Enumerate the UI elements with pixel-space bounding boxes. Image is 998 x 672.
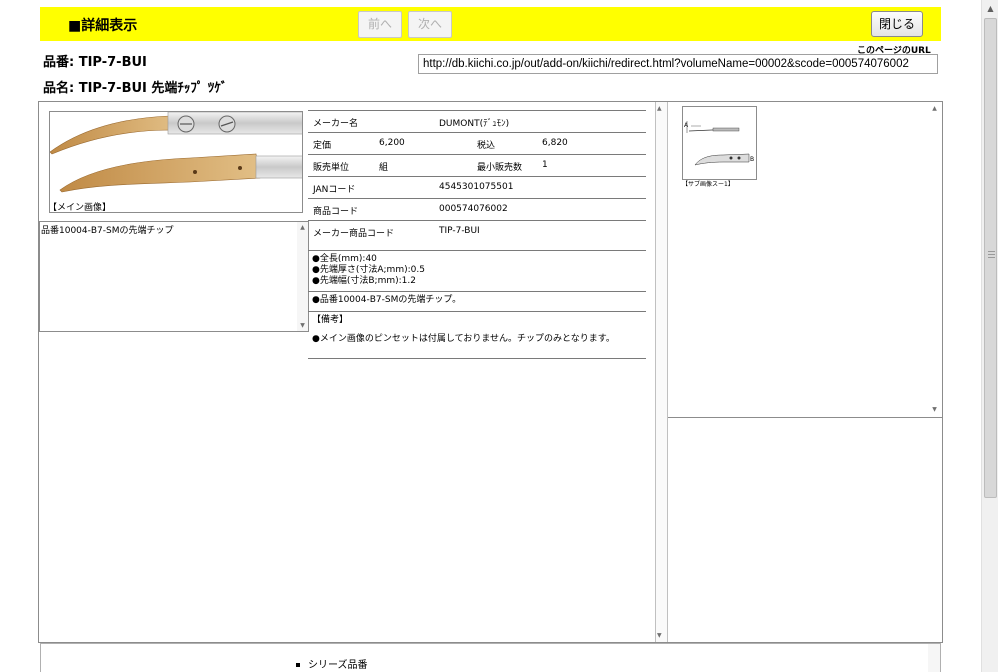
spec-row: メーカー名 DUMONT(ﾃﾞｭﾓﾝ) (308, 110, 646, 132)
grip-line (988, 251, 995, 252)
spec-value: 000574076002 (439, 204, 508, 214)
next-button[interactable]: 次へ (408, 11, 452, 38)
scroll-up-arrow-icon[interactable]: ▲ (297, 224, 308, 231)
main-image-caption: 【メイン画像】 (48, 203, 112, 213)
dimension-line: ●全長(mm):40 (312, 254, 377, 264)
remarks-label: 【備考】 (312, 315, 349, 325)
spec-table: メーカー名 DUMONT(ﾃﾞｭﾓﾝ) 定価 6,200 税込 6,820 販売… (308, 110, 646, 359)
note-text: ●品番10004-B7-SMの先端チップ。 (312, 295, 462, 305)
dimension-drawing-image: A B (684, 121, 754, 166)
page-title: ■詳細表示 (68, 18, 138, 34)
sub-image-thumbnail[interactable]: A B (682, 106, 757, 180)
scroll-up-arrow-icon[interactable]: ▲ (929, 105, 940, 112)
page-url-field[interactable]: http://db.kiichi.co.jp/out/add-on/kiichi… (418, 54, 938, 74)
grip-line (988, 254, 995, 255)
spec-value: TIP-7-BUI (439, 226, 480, 236)
scroll-up-arrow-icon[interactable]: ▲ (657, 105, 662, 112)
detail-panel: 【メイン画像】 品番10004-B7-SMの先端チップ ▲ ▼ メーカー名 DU… (38, 101, 943, 643)
scroll-down-arrow-icon[interactable]: ▼ (657, 632, 662, 639)
dimensions-block: ●全長(mm):40 ●先端厚さ(寸法A;mm):0.5 ●先端幅(寸法B;mm… (308, 250, 646, 291)
spec-row: 販売単位 組 最小販売数 1 (308, 154, 646, 176)
dimension-line: ●先端幅(寸法B;mm):1.2 (312, 276, 416, 286)
prev-button[interactable]: 前へ (358, 11, 402, 38)
series-item: シリーズ品番 (296, 656, 368, 671)
scrollbar-thumb[interactable] (984, 18, 997, 498)
spec-label: 税込 (477, 141, 496, 151)
svg-text:B: B (750, 156, 754, 163)
remarks-text: ●メイン画像のピンセットは付属しておりません。チップのみとなります。 (312, 334, 615, 344)
spec-label: 定価 (313, 141, 332, 151)
description-text: 品番10004-B7-SMの先端チップ (41, 226, 174, 236)
scroll-down-arrow-icon[interactable]: ▼ (929, 406, 940, 413)
spec-label: メーカー商品コード (313, 229, 395, 239)
item-name: 品名: TIP-7-BUI 先端ﾁｯﾌﾟ ﾂｹﾞ (43, 81, 228, 96)
tweezers-image (50, 112, 302, 193)
spec-row: メーカー商品コード TIP-7-BUI (308, 220, 646, 250)
note-block: ●品番10004-B7-SMの先端チップ。 (308, 291, 646, 311)
scroll-up-arrow-icon[interactable]: ▲ (982, 0, 998, 17)
scroll-down-arrow-icon[interactable]: ▼ (297, 322, 308, 329)
spec-value: 6,820 (542, 138, 568, 148)
panel-scrollbar[interactable]: ▲ ▼ (655, 102, 668, 642)
spec-value: 1 (542, 160, 548, 170)
spec-value: DUMONT(ﾃﾞｭﾓﾝ) (439, 119, 510, 129)
description-box[interactable]: 品番10004-B7-SMの先端チップ ▲ ▼ (39, 221, 309, 332)
spec-label: JANコード (313, 185, 356, 195)
sub-image-caption: 【サブ画像スー1】 (682, 181, 734, 188)
main-image (49, 111, 303, 213)
spec-row: JANコード 4545301075501 (308, 176, 646, 198)
spec-value: 6,200 (379, 138, 405, 148)
svg-text:A: A (684, 122, 689, 129)
spec-label: 最小販売数 (477, 163, 523, 173)
page-scrollbar[interactable]: ▲ (981, 0, 998, 672)
spec-row: 商品コード 000574076002 (308, 198, 646, 220)
spec-label: 商品コード (313, 207, 359, 217)
sub-image-scrollbar[interactable]: ▲ ▼ (929, 102, 940, 416)
spec-value: 4545301075501 (439, 182, 514, 192)
item-code: 品番: TIP-7-BUI (43, 55, 147, 70)
description-scrollbar[interactable]: ▲ ▼ (297, 222, 308, 331)
bullet-icon (296, 663, 300, 667)
dimension-line: ●先端厚さ(寸法A;mm):0.5 (312, 265, 425, 275)
spec-label: メーカー名 (313, 119, 359, 129)
header-bar: ■詳細表示 前へ 次へ 閉じる (40, 7, 941, 41)
spec-value: 組 (379, 163, 389, 173)
sub-image-panel: A B 【サブ画像スー1】 ▲ ▼ (668, 102, 943, 418)
series-label: シリーズ品番 (308, 660, 368, 671)
close-button[interactable]: 閉じる (871, 11, 923, 37)
series-scrollbar[interactable] (928, 644, 940, 672)
remarks-block: 【備考】 ●メイン画像のピンセットは付属しておりません。チップのみとなります。 (308, 311, 646, 359)
series-panel: シリーズ品番 (40, 643, 941, 672)
grip-line (988, 257, 995, 258)
spec-label: 販売単位 (313, 163, 350, 173)
spec-row: 定価 6,200 税込 6,820 (308, 132, 646, 154)
